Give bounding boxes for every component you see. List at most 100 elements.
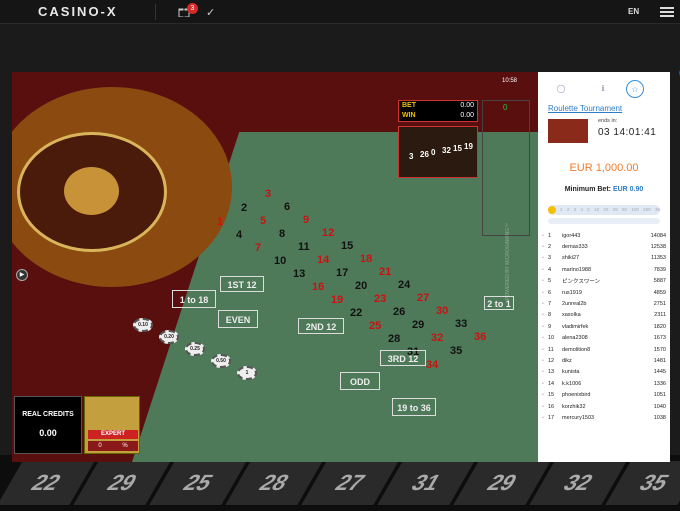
progress-ticks: 1 2 3 4 5 10 20 25 50 100 250 36 — [560, 206, 660, 214]
mini-wheel-number: 19 — [464, 142, 473, 151]
rank: 17 — [548, 414, 555, 421]
mini-wheel-number: 15 — [453, 144, 462, 153]
bet-number-5[interactable]: 5 — [260, 215, 266, 227]
expert-panel: EXPERT 0 % — [84, 396, 140, 454]
bet-number-34[interactable]: 34 — [426, 359, 438, 371]
bet-number-15[interactable]: 15 — [341, 240, 353, 252]
bet-number-27[interactable]: 27 — [417, 292, 429, 304]
bet-number-3[interactable]: 3 — [265, 188, 271, 200]
mini-wheel-number: 26 — [420, 150, 429, 159]
bet-number-19[interactable]: 19 — [331, 294, 343, 306]
score: 14084 — [650, 232, 666, 239]
bet-number-8[interactable]: 8 — [279, 228, 285, 240]
bet-number-21[interactable]: 21 — [379, 266, 391, 278]
bet-number-29[interactable]: 29 — [412, 319, 424, 331]
bet-number-2[interactable]: 2 — [241, 202, 247, 214]
chip-0.50[interactable]: 0.50 — [211, 354, 231, 368]
expert-button[interactable]: EXPERT — [88, 430, 138, 439]
rank: 15 — [548, 392, 555, 399]
progress-tick: 250 — [643, 207, 651, 212]
bet-high[interactable]: 19 to 36 — [392, 398, 436, 416]
info-icon[interactable]: ℹ — [594, 80, 612, 98]
hamburger-menu-icon[interactable] — [660, 7, 674, 19]
language-selector[interactable]: EN — [628, 7, 639, 16]
bet-number-4[interactable]: 4 — [236, 229, 242, 241]
bet-number-33[interactable]: 33 — [455, 318, 467, 330]
player-name: igor443 — [562, 232, 581, 239]
chip-0.25[interactable]: 0.25 — [185, 342, 205, 356]
tournament-title[interactable]: Roulette Tournament — [548, 104, 622, 113]
bet-number-35[interactable]: 35 — [450, 345, 462, 357]
bet-number-18[interactable]: 18 — [360, 253, 372, 265]
rank: 16 — [548, 403, 555, 410]
progress-tick: 10 — [594, 207, 600, 212]
leaderboard-row: • 1 igor443 14084 — [542, 230, 666, 241]
chip-1[interactable]: 1 — [237, 366, 257, 380]
profile-icon[interactable]: ◯ — [552, 80, 570, 98]
bet-number-13[interactable]: 13 — [293, 268, 305, 280]
prize-amount: EUR 1,000.00 — [569, 162, 639, 174]
mini-wheel-number: 0 — [431, 148, 436, 157]
mini-wheel: 3 26 0 32 15 19 — [398, 126, 478, 178]
bet-even[interactable]: EVEN — [218, 310, 258, 328]
ends-in-label: ends in: — [598, 118, 618, 124]
score: 1051 — [653, 392, 666, 399]
wheel-center — [64, 167, 119, 215]
player-name: mercury1503 — [562, 414, 595, 421]
bet-number-6[interactable]: 6 — [284, 201, 290, 213]
game-clock: 10:58 — [502, 78, 518, 84]
bet-number-16[interactable]: 16 — [312, 281, 324, 293]
bet-number-36[interactable]: 36 — [474, 331, 486, 343]
bet-number-22[interactable]: 22 — [350, 307, 362, 319]
leaderboard-row: • 17 mercury1503 1038 — [542, 412, 666, 423]
bet-number-11[interactable]: 11 — [298, 241, 310, 253]
player-name: marino1988 — [562, 266, 592, 273]
bet-number-14[interactable]: 14 — [317, 254, 329, 266]
bet-number-1[interactable]: 1 — [217, 216, 223, 228]
bet-number-10[interactable]: 10 — [274, 255, 286, 267]
trophy-icon[interactable]: ☆ — [626, 80, 644, 98]
progress-tick: 36 — [654, 207, 660, 212]
expand-arrow-icon[interactable]: ▶ — [16, 269, 28, 281]
site-logo[interactable]: CASINO-X — [38, 4, 118, 19]
mini-wheel-number: 32 — [442, 146, 451, 155]
bet-third-12[interactable]: 3RD 12 — [380, 350, 426, 366]
settings-icon[interactable]: 0 — [98, 443, 101, 449]
percent-icon[interactable]: % — [122, 443, 127, 449]
score: 7839 — [653, 266, 666, 273]
chip-0.10[interactable]: 0.10 — [133, 318, 153, 332]
bet-number-20[interactable]: 20 — [355, 280, 367, 292]
minimum-bet: Minimum Bet: EUR 0.90 — [538, 186, 670, 193]
bet-number-30[interactable]: 30 — [436, 305, 448, 317]
bet-number-24[interactable]: 24 — [398, 279, 410, 291]
leaderboard-row: • 16 korzhik32 1040 — [542, 401, 666, 412]
countdown-timer: 03 14:01:41 — [598, 127, 657, 138]
bet-second-12[interactable]: 2ND 12 — [298, 318, 344, 334]
bet-number-25[interactable]: 25 — [369, 320, 381, 332]
chip-0.20[interactable]: 0.20 — [159, 330, 179, 344]
bet-first-12[interactable]: 1ST 12 — [220, 276, 264, 292]
bet-number-17[interactable]: 17 — [336, 267, 348, 279]
bet-number-12[interactable]: 12 — [322, 227, 334, 239]
bet-number-28[interactable]: 28 — [388, 333, 400, 345]
player-name: xaxolka — [562, 312, 581, 319]
score: 2311 — [654, 312, 666, 319]
cashier-icon[interactable]: ✓ — [206, 6, 215, 19]
progress-tick: 25 — [612, 207, 618, 212]
rank: 7 — [548, 301, 552, 308]
player-name: 2unreal2b — [562, 301, 587, 308]
rank: 1 — [548, 232, 552, 239]
bet-number-32[interactable]: 32 — [431, 332, 443, 344]
bet-number-9[interactable]: 9 — [303, 214, 309, 226]
credits-panel: REAL CREDITS 0.00 — [14, 396, 82, 454]
bet-low[interactable]: 1 to 18 — [172, 290, 216, 308]
bet-number-7[interactable]: 7 — [255, 242, 261, 254]
progress-tick: 50 — [622, 207, 628, 212]
bet-odd[interactable]: ODD — [340, 372, 380, 390]
bet-number-26[interactable]: 26 — [393, 306, 405, 318]
rank: 5 — [548, 278, 552, 285]
bet-number-23[interactable]: 23 — [374, 293, 386, 305]
rank: 12 — [548, 357, 555, 364]
min-bet-label: Minimum Bet: — [564, 186, 611, 193]
score: 1336 — [653, 380, 666, 387]
